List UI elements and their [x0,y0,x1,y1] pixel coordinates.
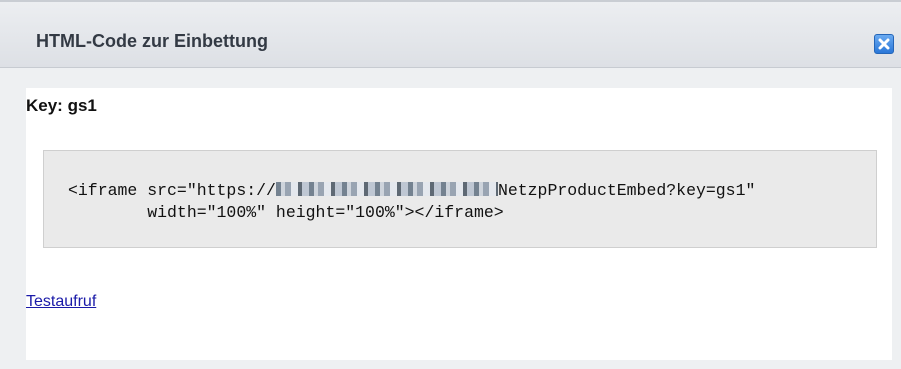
dialog-content: Key: gs1 <iframe src="https:// NetzpProdu… [26,88,892,360]
redacted-url-segment [275,182,498,196]
embed-code[interactable]: <iframe src="https:// NetzpProductEmbed?k… [68,180,755,224]
embed-code-dialog: HTML-Code zur Einbettung Key: gs1 <ifram… [0,0,901,369]
code-line1-prefix: <iframe src="https:// [68,181,276,200]
key-label: Key: gs1 [26,96,97,115]
dialog-title: HTML-Code zur Einbettung [36,31,268,51]
dialog-titlebar: HTML-Code zur Einbettung [0,2,901,68]
test-link[interactable]: Testaufruf [26,293,96,311]
code-line1-suffix: NetzpProductEmbed?key=gs1" [497,181,756,200]
close-icon [878,38,890,50]
code-box[interactable]: <iframe src="https:// NetzpProductEmbed?k… [43,150,877,248]
code-line2: width="100%" height="100%"></iframe> [68,203,504,222]
close-button[interactable] [874,34,894,54]
